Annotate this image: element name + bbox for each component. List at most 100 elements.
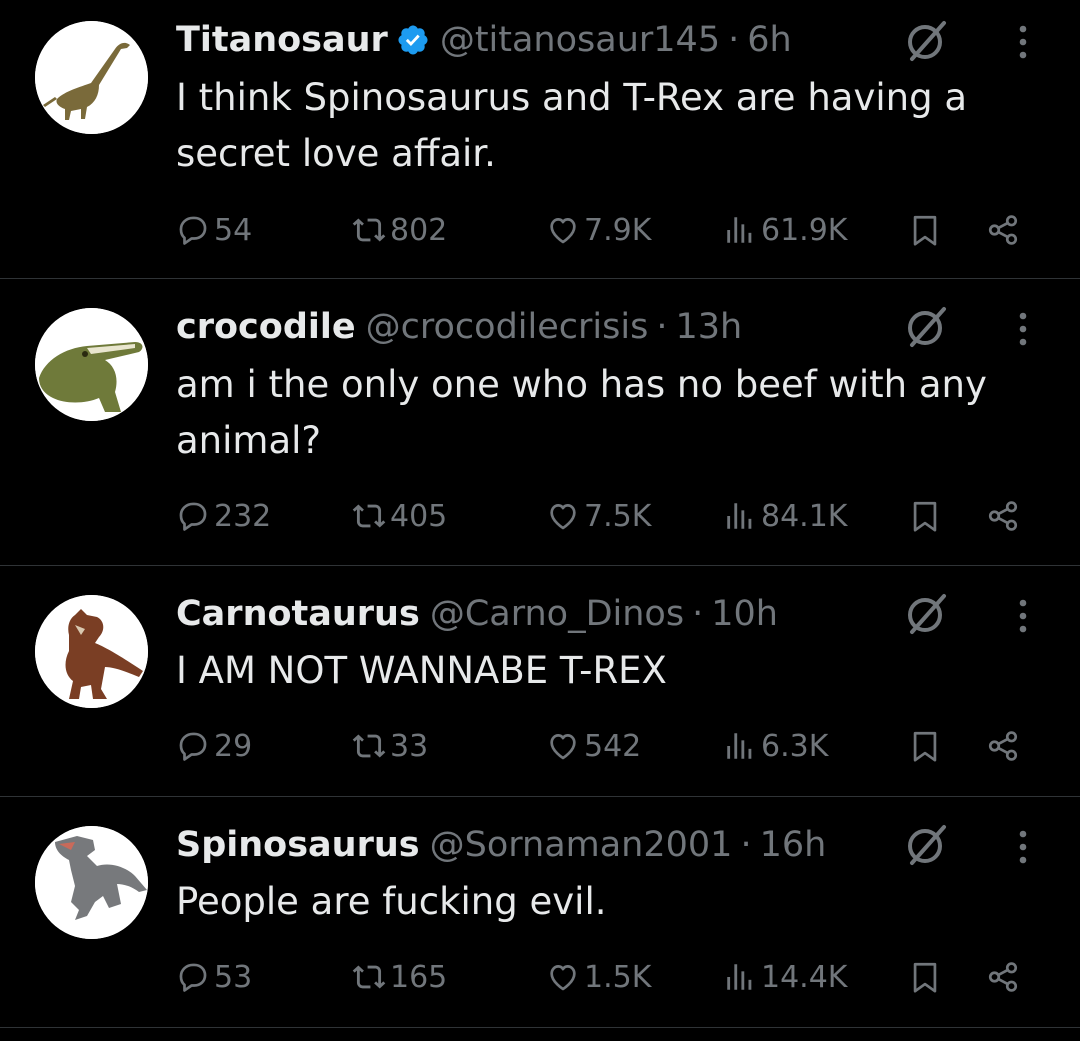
bookmark-button[interactable] (908, 721, 942, 771)
carnotaurus-avatar-image (35, 595, 148, 708)
view-count: 61.9K (761, 212, 848, 248)
repost-count: 165 (390, 959, 448, 995)
view-count: 14.4K (761, 959, 848, 995)
like-button[interactable]: 542 (546, 721, 641, 771)
repost-button[interactable]: 802 (352, 205, 447, 255)
more-options-icon[interactable] (1012, 591, 1034, 641)
reply-count: 53 (214, 959, 253, 995)
retweet-icon (352, 218, 386, 242)
like-button[interactable]: 7.5K (546, 491, 651, 541)
reply-button[interactable]: 232 (176, 491, 271, 541)
separator-dot: · (728, 20, 740, 60)
avatar[interactable] (35, 826, 148, 939)
tweet-text-line: I think Spinosaurus and T-Rex are having… (176, 76, 968, 119)
reply-button[interactable]: 29 (176, 721, 252, 771)
share-nodes-icon (988, 962, 1018, 992)
like-count: 7.9K (584, 212, 652, 248)
tweet-text-line: I AM NOT WANNABE T-REX (176, 649, 667, 692)
reply-count: 29 (214, 728, 253, 764)
spinosaurus-avatar-image (35, 826, 148, 939)
repost-button[interactable]: 405 (352, 491, 447, 541)
views-button[interactable]: 84.1K (723, 491, 847, 541)
like-button[interactable]: 7.9K (546, 205, 651, 255)
tweet-actions: 29 33 542 6.3K (176, 721, 1036, 771)
tweet-text-line: am i the only one who has no beef with a… (176, 363, 987, 406)
separator-dot: · (740, 825, 752, 865)
reply-button[interactable]: 54 (176, 205, 252, 255)
bookmark-button[interactable] (908, 952, 942, 1002)
grok-slash-circle-icon[interactable] (900, 588, 950, 638)
tweet-card[interactable]: crocodile @crocodilecrisis · 13h am i th… (0, 279, 1080, 566)
bookmark-button[interactable] (908, 491, 942, 541)
display-name[interactable]: Carnotaurus (176, 594, 420, 634)
reply-button[interactable]: 53 (176, 952, 252, 1002)
bookmark-icon (913, 731, 937, 762)
views-button[interactable]: 14.4K (723, 952, 847, 1002)
grok-slash-circle-icon[interactable] (900, 301, 950, 351)
reply-icon (179, 732, 207, 761)
tweet-header: Spinosaurus @Sornaman2001 · 16h (176, 820, 826, 870)
bar-chart-icon (727, 964, 752, 990)
avatar[interactable] (35, 308, 148, 421)
view-count: 84.1K (761, 498, 848, 534)
retweet-icon (352, 965, 386, 989)
more-options-icon[interactable] (1012, 17, 1034, 67)
tweet-text: am i the only one who has no beef with a… (176, 357, 1026, 469)
titanosaur-avatar-image (35, 21, 148, 134)
heart-icon (550, 734, 576, 760)
like-count: 542 (584, 728, 642, 764)
share-button[interactable] (986, 205, 1020, 255)
bookmark-icon (913, 215, 937, 246)
display-name[interactable]: crocodile (176, 307, 356, 347)
avatar[interactable] (35, 21, 148, 134)
share-button[interactable] (986, 721, 1020, 771)
user-handle[interactable]: @crocodilecrisis (366, 307, 649, 347)
retweet-icon (352, 734, 386, 758)
timestamp[interactable]: 6h (747, 20, 791, 60)
grok-slash-circle-icon[interactable] (900, 15, 950, 65)
tweet-card[interactable]: Spinosaurus @Sornaman2001 · 16h People a… (0, 797, 1080, 1028)
tweet-text: I AM NOT WANNABE T-REX (176, 643, 1026, 699)
more-options-icon[interactable] (1012, 822, 1034, 872)
bar-chart-icon (727, 733, 752, 759)
tweet-header: crocodile @crocodilecrisis · 13h (176, 302, 742, 352)
tweet-card[interactable]: Titanosaur @titanosaur145 · 6h I think S… (0, 0, 1080, 279)
avatar[interactable] (35, 595, 148, 708)
user-handle[interactable]: @Sornaman2001 (430, 825, 733, 865)
reply-count: 54 (214, 212, 253, 248)
more-options-icon[interactable] (1012, 304, 1034, 354)
bookmark-button[interactable] (908, 205, 942, 255)
reply-icon (179, 216, 207, 245)
display-name[interactable]: Spinosaurus (176, 825, 420, 865)
views-button[interactable]: 6.3K (723, 721, 828, 771)
share-button[interactable] (986, 952, 1020, 1002)
views-button[interactable]: 61.9K (723, 205, 847, 255)
user-handle[interactable]: @Carno_Dinos (430, 594, 684, 634)
timestamp[interactable]: 10h (711, 594, 778, 634)
display-name[interactable]: Titanosaur (176, 20, 388, 60)
heart-icon (550, 965, 576, 991)
tweet-card[interactable]: Carnotaurus @Carno_Dinos · 10h I AM NOT … (0, 566, 1080, 797)
tweet-text: People are fucking evil. (176, 874, 1026, 930)
timestamp[interactable]: 13h (675, 307, 742, 347)
repost-button[interactable]: 33 (352, 721, 428, 771)
bar-chart-icon (727, 503, 752, 529)
view-count: 6.3K (761, 728, 829, 764)
tweet-actions: 53 165 1.5K 14.4K (176, 952, 1036, 1002)
repost-button[interactable]: 165 (352, 952, 447, 1002)
bar-chart-icon (727, 217, 752, 243)
like-count: 7.5K (584, 498, 652, 534)
crocodile-avatar-image (35, 308, 148, 421)
repost-count: 802 (390, 212, 448, 248)
bookmark-icon (913, 962, 937, 993)
timestamp[interactable]: 16h (760, 825, 827, 865)
tweet-text-line: secret love affair. (176, 132, 496, 175)
grok-slash-circle-icon[interactable] (900, 819, 950, 869)
user-handle[interactable]: @titanosaur145 (440, 20, 720, 60)
share-nodes-icon (988, 731, 1018, 761)
share-button[interactable] (986, 491, 1020, 541)
timeline-feed: Titanosaur @titanosaur145 · 6h I think S… (0, 0, 1080, 1041)
heart-icon (550, 504, 576, 530)
like-button[interactable]: 1.5K (546, 952, 651, 1002)
tweet-text: I think Spinosaurus and T-Rex are having… (176, 70, 1026, 182)
